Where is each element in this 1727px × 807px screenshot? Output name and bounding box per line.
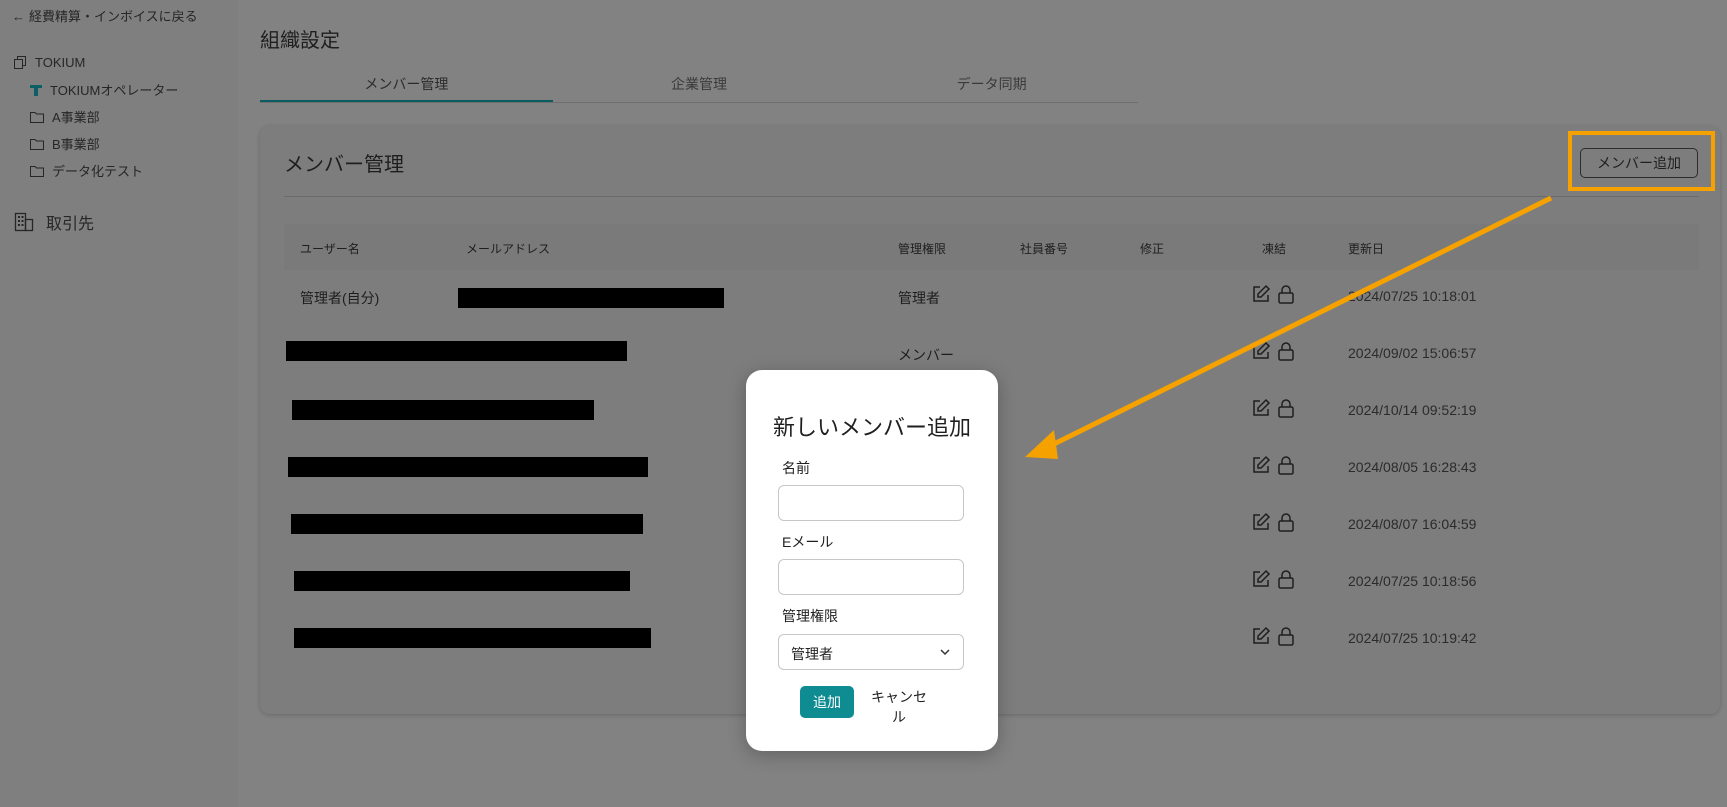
cell-role: メンバー (898, 347, 954, 363)
tokium-logo-icon (30, 84, 42, 96)
table-row: 管理者(自分) 管理者 2024/07/25 10:18:01 (284, 270, 1699, 327)
row-actions (1251, 569, 1295, 589)
sidebar-item-label: データ化テスト (52, 164, 144, 179)
cell-updated: 2024/07/25 10:18:01 (1348, 288, 1477, 304)
sidebar-item-label: A事業部 (52, 110, 100, 125)
edit-icon[interactable] (1251, 398, 1271, 418)
lock-icon[interactable] (1277, 284, 1295, 304)
cell-updated: 2024/07/25 10:19:42 (1348, 630, 1477, 646)
edit-icon[interactable] (1251, 569, 1271, 589)
lock-icon[interactable] (1277, 569, 1295, 589)
lock-icon[interactable] (1277, 398, 1295, 418)
tab-member-management[interactable]: メンバー管理 (260, 72, 553, 102)
lock-icon[interactable] (1277, 455, 1295, 475)
row-actions (1251, 398, 1295, 418)
col-role: 管理権限 (898, 242, 947, 256)
lock-icon[interactable] (1277, 341, 1295, 361)
cell-updated: 2024/09/02 15:06:57 (1348, 345, 1477, 361)
copy-icon (14, 56, 26, 69)
edit-icon[interactable] (1251, 512, 1271, 532)
cell-role: 管理者 (898, 290, 940, 306)
col-updated: 更新日 (1348, 242, 1385, 256)
col-employee-no: 社員番号 (1020, 242, 1069, 256)
role-label: 管理権限 (782, 608, 838, 624)
cell-updated: 2024/08/07 16:04:59 (1348, 516, 1477, 532)
email-label: Eメール (782, 534, 834, 550)
folder-icon (30, 111, 44, 123)
redaction-bar (291, 514, 643, 534)
tab-bar: メンバー管理 企業管理 データ同期 (260, 72, 1138, 103)
row-actions (1251, 284, 1295, 304)
table-header: ユーザー名 メールアドレス 管理権限 社員番号 修正 凍結 更新日 (284, 224, 1699, 270)
sidebar-item-label: B事業部 (52, 137, 100, 152)
role-select-value: 管理者 (791, 646, 833, 662)
lock-icon[interactable] (1277, 626, 1295, 646)
email-input[interactable] (778, 559, 964, 595)
edit-icon[interactable] (1251, 455, 1271, 475)
sidebar-item-a-division[interactable]: A事業部 (30, 107, 100, 126)
cell-updated: 2024/07/25 10:18:56 (1348, 573, 1477, 589)
folder-icon (30, 165, 44, 177)
modal-title: 新しいメンバー追加 (772, 415, 971, 440)
chevron-down-icon (940, 649, 950, 656)
page-title: 組織設定 (260, 30, 340, 52)
sidebar: ← 経費精算・インボイスに戻る TOKIUM TOKIUMオペレーター A事業部 … (0, 0, 238, 807)
back-link-label: 経費精算・インボイスに戻る (29, 9, 198, 24)
folder-icon (30, 138, 44, 150)
col-email: メールアドレス (466, 242, 551, 256)
col-freeze: 凍結 (1262, 242, 1287, 256)
back-link[interactable]: ← 経費精算・インボイスに戻る (12, 6, 198, 25)
redaction-bar (458, 288, 724, 308)
sidebar-item-vendors[interactable]: 取引先 (14, 210, 94, 234)
sidebar-item-tokium-operator[interactable]: TOKIUMオペレーター (30, 80, 178, 99)
lock-icon[interactable] (1277, 512, 1295, 532)
vendor-label: 取引先 (46, 216, 95, 233)
edit-icon[interactable] (1251, 626, 1271, 646)
cell-updated: 2024/10/14 09:52:19 (1348, 402, 1477, 418)
annotation-highlight (1568, 131, 1715, 191)
add-member-modal: 新しいメンバー追加 名前 Eメール 管理権限 管理者 追加 キャンセル (746, 370, 998, 751)
role-select[interactable]: 管理者 (778, 634, 964, 670)
edit-icon[interactable] (1251, 341, 1271, 361)
modal-add-button[interactable]: 追加 (800, 686, 854, 718)
sidebar-item-data-test[interactable]: データ化テスト (30, 161, 143, 180)
building-icon (14, 212, 34, 232)
org-root-label: TOKIUM (35, 55, 86, 70)
tab-company-management[interactable]: 企業管理 (553, 72, 846, 102)
redaction-bar (286, 341, 627, 361)
row-actions (1251, 626, 1295, 646)
tab-data-sync[interactable]: データ同期 (845, 72, 1138, 102)
divider (284, 196, 1699, 197)
sidebar-item-b-division[interactable]: B事業部 (30, 134, 100, 153)
name-input[interactable] (778, 485, 964, 521)
row-actions (1251, 455, 1295, 475)
name-label: 名前 (782, 460, 810, 476)
redaction-bar (294, 628, 651, 648)
row-actions (1251, 512, 1295, 532)
arrow-left-icon: ← (12, 9, 25, 24)
col-username: ユーザー名 (300, 242, 360, 256)
row-actions (1251, 341, 1295, 361)
redaction-bar (294, 571, 630, 591)
edit-icon[interactable] (1251, 284, 1271, 304)
sidebar-item-label: TOKIUMオペレーター (50, 83, 179, 98)
cell-updated: 2024/08/05 16:28:43 (1348, 459, 1477, 475)
redaction-bar (292, 400, 594, 420)
redaction-bar (288, 457, 648, 477)
modal-cancel-button[interactable]: キャンセル (864, 686, 934, 725)
org-tree-root[interactable]: TOKIUM (14, 55, 85, 70)
cell-username: 管理者(自分) (300, 290, 380, 306)
card-title: メンバー管理 (284, 154, 404, 176)
col-edit: 修正 (1140, 242, 1165, 256)
